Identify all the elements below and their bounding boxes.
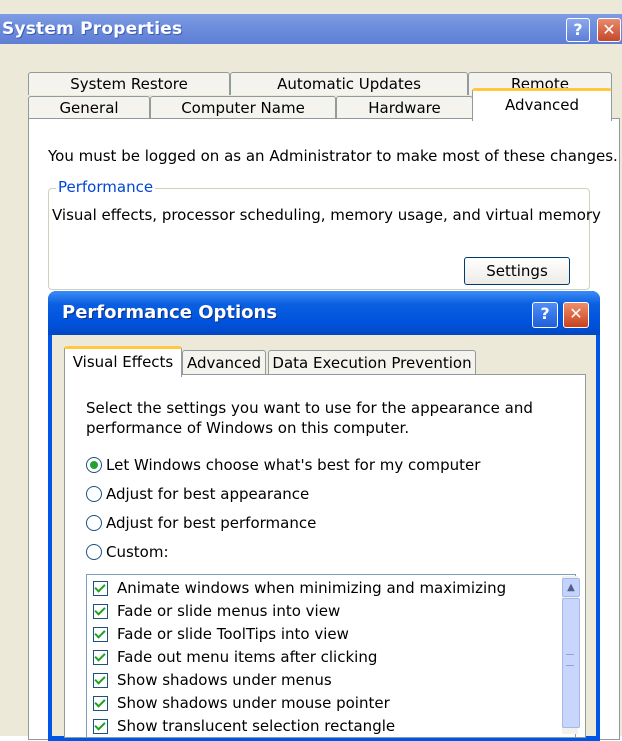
effect-label: Fade or slide ToolTips into view xyxy=(117,625,349,643)
effect-label: Show shadows under mouse pointer xyxy=(117,694,390,712)
tab-advanced[interactable]: Advanced xyxy=(472,88,612,121)
help-button[interactable]: ? xyxy=(566,18,590,42)
scroll-up-arrow-icon[interactable]: ▲ xyxy=(562,578,580,597)
effect-label: Fade or slide menus into view xyxy=(117,602,341,620)
checkbox[interactable] xyxy=(93,673,108,688)
radio-label: Adjust for best performance xyxy=(106,514,317,532)
checkbox[interactable] xyxy=(93,627,108,642)
radio-label: Custom: xyxy=(106,543,169,561)
tab-system-restore[interactable]: System Restore xyxy=(28,72,230,95)
checkbox[interactable] xyxy=(93,696,108,711)
radio-button[interactable] xyxy=(86,515,102,531)
checkbox[interactable] xyxy=(93,650,108,665)
radio-selected-dot xyxy=(90,461,98,469)
tab-automatic-updates[interactable]: Automatic Updates xyxy=(230,72,468,95)
effect-label: Fade out menu items after clicking xyxy=(117,648,378,666)
performance-legend: Performance xyxy=(56,178,156,196)
po-help-button[interactable]: ? xyxy=(532,302,558,328)
radio-button[interactable] xyxy=(86,457,102,473)
checkbox[interactable] xyxy=(93,581,108,596)
effect-label: Show shadows under menus xyxy=(117,671,332,689)
tab-visual-effects[interactable]: Visual Effects xyxy=(64,346,182,377)
po-close-button[interactable]: ✕ xyxy=(563,302,589,328)
tab-data-execution-prevention[interactable]: Data Execution Prevention xyxy=(268,350,476,375)
checkbox[interactable] xyxy=(93,719,108,734)
radio-button[interactable] xyxy=(86,544,102,560)
tab-hardware[interactable]: Hardware xyxy=(336,96,473,119)
radio-label: Let Windows choose what's best for my co… xyxy=(106,456,481,474)
tab-general[interactable]: General xyxy=(28,96,150,119)
scroll-grip-icon xyxy=(566,654,574,666)
radio-button[interactable] xyxy=(86,486,102,502)
close-button[interactable]: ✕ xyxy=(597,18,621,42)
visual-effects-list[interactable]: Animate windows when minimizing and maxi… xyxy=(86,574,576,738)
settings-button[interactable]: Settings xyxy=(464,257,570,285)
performance-description: Visual effects, processor scheduling, me… xyxy=(52,206,601,224)
admin-note: You must be logged on as an Administrato… xyxy=(48,147,618,165)
tab-computer-name[interactable]: Computer Name xyxy=(150,96,336,119)
radio-label: Adjust for best appearance xyxy=(106,485,310,503)
visual-effects-instructions: Select the settings you want to use for … xyxy=(86,399,533,437)
tab-po-advanced[interactable]: Advanced xyxy=(182,350,266,375)
effect-label: Show translucent selection rectangle xyxy=(117,717,396,735)
effect-label: Animate windows when minimizing and maxi… xyxy=(117,579,507,597)
performance-options-title: Performance Options xyxy=(62,302,278,323)
system-properties-title: System Properties xyxy=(2,19,183,39)
checkbox[interactable] xyxy=(93,604,108,619)
